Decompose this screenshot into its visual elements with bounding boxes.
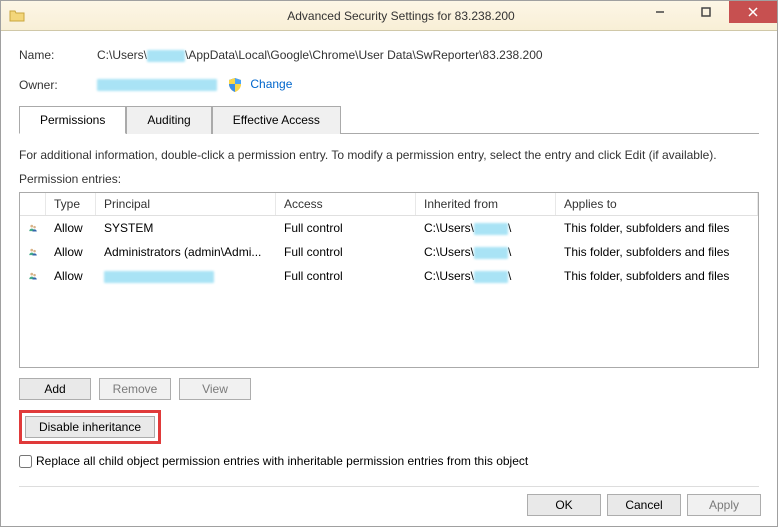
owner-row: Owner: Change	[19, 75, 759, 95]
cell-applies: This folder, subfolders and files	[556, 219, 758, 237]
remove-button: Remove	[99, 378, 171, 400]
cell-type: Allow	[46, 219, 96, 237]
col-inherited[interactable]: Inherited from	[416, 193, 556, 215]
name-label: Name:	[19, 48, 97, 62]
replace-label: Replace all child object permission entr…	[36, 454, 528, 468]
grid-body: AllowSYSTEMFull controlC:\Users\\This fo…	[20, 216, 758, 288]
titlebar: Advanced Security Settings for 83.238.20…	[1, 1, 777, 31]
ok-button[interactable]: OK	[527, 494, 601, 516]
owner-label: Owner:	[19, 78, 97, 92]
tab-auditing[interactable]: Auditing	[126, 106, 211, 134]
tab-effective-access[interactable]: Effective Access	[212, 106, 341, 134]
cell-principal: Administrators (admin\Admi...	[96, 243, 276, 261]
redacted-user	[147, 50, 185, 62]
col-access[interactable]: Access	[276, 193, 416, 215]
info-text: For additional information, double-click…	[19, 148, 759, 162]
cell-type: Allow	[46, 267, 96, 285]
cell-inherited: C:\Users\\	[416, 267, 556, 285]
entries-label: Permission entries:	[19, 172, 759, 186]
security-settings-window: Advanced Security Settings for 83.238.20…	[0, 0, 778, 527]
folder-icon	[9, 8, 25, 24]
name-row: Name: C:\Users\\AppData\Local\Google\Chr…	[19, 45, 759, 65]
principal-icon	[20, 242, 46, 262]
add-button[interactable]: Add	[19, 378, 91, 400]
col-principal[interactable]: Principal	[96, 193, 276, 215]
change-owner-link[interactable]: Change	[250, 77, 292, 91]
table-row[interactable]: Allow Full controlC:\Users\\This folder, …	[20, 264, 758, 288]
replace-checkbox-row: Replace all child object permission entr…	[19, 454, 759, 468]
cell-applies: This folder, subfolders and files	[556, 267, 758, 285]
cell-inherited: C:\Users\\	[416, 243, 556, 261]
cell-access: Full control	[276, 219, 416, 237]
cell-inherited: C:\Users\\	[416, 219, 556, 237]
cancel-button[interactable]: Cancel	[607, 494, 681, 516]
content-area: Name: C:\Users\\AppData\Local\Google\Chr…	[1, 31, 777, 499]
table-row[interactable]: AllowAdministrators (admin\Admi...Full c…	[20, 240, 758, 264]
cell-principal: SYSTEM	[96, 219, 276, 237]
close-button[interactable]	[729, 1, 777, 23]
principal-icon	[20, 218, 46, 238]
cell-access: Full control	[276, 243, 416, 261]
shield-icon	[227, 77, 243, 93]
view-button: View	[179, 378, 251, 400]
col-applies[interactable]: Applies to	[556, 193, 758, 215]
tab-permissions[interactable]: Permissions	[19, 106, 126, 134]
cell-principal	[96, 267, 276, 285]
tabs: PermissionsAuditingEffective Access	[19, 105, 759, 134]
principal-icon	[20, 266, 46, 286]
table-row[interactable]: AllowSYSTEMFull controlC:\Users\\This fo…	[20, 216, 758, 240]
owner-value: Change	[97, 77, 292, 93]
minimize-button[interactable]	[637, 1, 683, 23]
disable-inheritance-highlight: Disable inheritance	[19, 410, 161, 444]
grid-header: Type Principal Access Inherited from App…	[20, 193, 758, 216]
apply-button: Apply	[687, 494, 761, 516]
window-controls	[637, 1, 777, 23]
entry-buttons: Add Remove View	[19, 378, 759, 400]
replace-checkbox[interactable]	[19, 455, 32, 468]
cell-applies: This folder, subfolders and files	[556, 243, 758, 261]
permission-grid[interactable]: Type Principal Access Inherited from App…	[19, 192, 759, 368]
redacted-owner	[97, 79, 217, 91]
cell-access: Full control	[276, 267, 416, 285]
dialog-buttons: OK Cancel Apply	[527, 494, 761, 516]
disable-inheritance-button[interactable]: Disable inheritance	[25, 416, 155, 438]
name-value: C:\Users\\AppData\Local\Google\Chrome\Us…	[97, 48, 543, 62]
col-type[interactable]: Type	[46, 193, 96, 215]
separator	[19, 486, 759, 487]
cell-type: Allow	[46, 243, 96, 261]
maximize-button[interactable]	[683, 1, 729, 23]
